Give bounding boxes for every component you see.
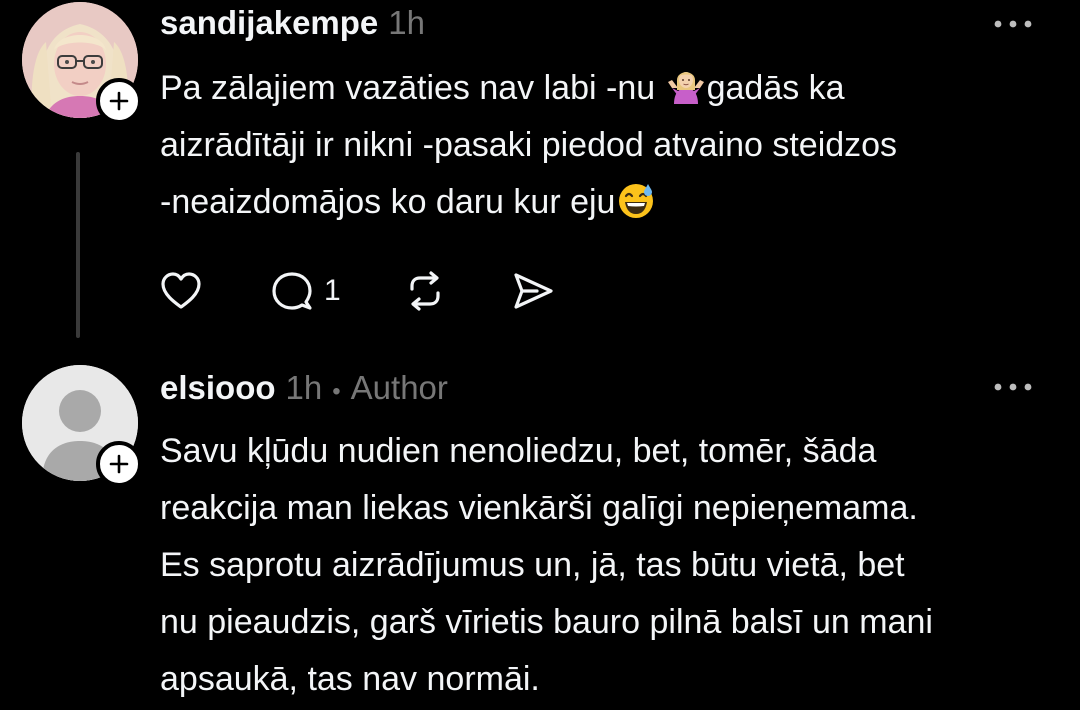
text-line: Savu kļūdu nudien nenoliedzu, bet, tomēr…	[160, 432, 877, 470]
thread-line	[76, 152, 80, 338]
follow-button[interactable]	[96, 441, 142, 487]
comment-icon	[272, 272, 312, 310]
timestamp: 1h	[388, 4, 425, 41]
author-label: Author	[350, 369, 448, 406]
post-sandijakempe: sandijakempe 1h Pa zālajiem vazāties nav…	[0, 0, 1080, 350]
post-header: sandijakempe 1h	[160, 4, 425, 42]
username[interactable]: sandijakempe	[160, 4, 378, 42]
post-text: Savu kļūdu nudien nenoliedzu, bet, tomēr…	[160, 423, 1060, 708]
share-icon	[514, 273, 553, 309]
timestamp: 1h	[285, 369, 323, 406]
follow-button[interactable]	[96, 78, 142, 124]
text-line: apsaukā, tas nav normāi.	[160, 660, 540, 698]
repost-button[interactable]	[403, 269, 447, 313]
person-shrugging-emoji	[667, 72, 704, 104]
more-horizontal-icon	[994, 20, 1032, 28]
post-header: elsiooo 1h • Author	[160, 369, 448, 407]
text-line: -neaizdomājos ko daru kur eju	[160, 174, 1060, 231]
more-options-button[interactable]	[990, 377, 1036, 397]
separator: •	[332, 378, 341, 405]
username[interactable]: elsiooo	[160, 369, 276, 407]
post-text: Pa zālajiem vazāties nav labi -nu gadās …	[160, 60, 1060, 231]
like-button[interactable]	[158, 268, 204, 314]
text-line: reakcija man liekas vienkārši galīgi nep…	[160, 489, 918, 527]
grinning-face-with-sweat-emoji	[619, 184, 654, 218]
text-line: Es saprotu aizrādījumus un, jā, tas būtu…	[160, 546, 905, 584]
text-line: nu pieaudzis, garš vīrietis bauro pilnā …	[160, 603, 933, 641]
more-horizontal-icon	[994, 383, 1032, 391]
plus-icon	[109, 91, 129, 111]
more-options-button[interactable]	[990, 14, 1036, 34]
repost-icon	[410, 271, 440, 311]
reply-button[interactable]: 1	[270, 269, 341, 313]
share-button[interactable]	[511, 269, 555, 313]
reply-count: 1	[324, 274, 341, 307]
post-elsiooo: elsiooo 1h • Author Savu kļūdu nudien ne…	[0, 355, 1080, 710]
text-line: aizrādītāji ir nikni -pasaki piedod atva…	[160, 126, 898, 164]
plus-icon	[109, 454, 129, 474]
heart-icon	[161, 272, 201, 309]
text-line: Pa zālajiem vazāties nav labi -nu gadās …	[160, 60, 1060, 117]
post-actions: 1	[158, 268, 555, 314]
